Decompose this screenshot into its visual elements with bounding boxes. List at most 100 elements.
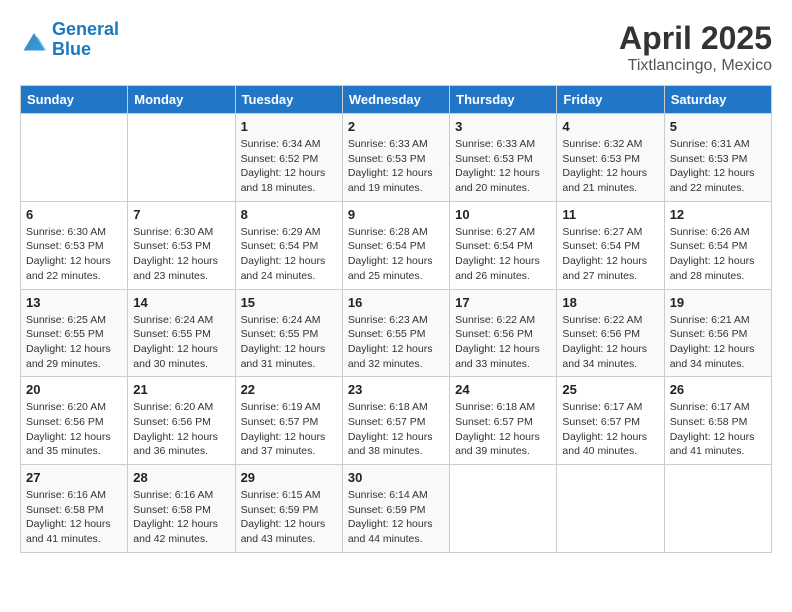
day-number: 2 — [348, 119, 444, 134]
day-info: Sunrise: 6:14 AMSunset: 6:59 PMDaylight:… — [348, 488, 444, 547]
calendar-cell: 24 Sunrise: 6:18 AMSunset: 6:57 PMDayligh… — [450, 377, 557, 465]
calendar-cell — [664, 465, 771, 553]
day-info: Sunrise: 6:18 AMSunset: 6:57 PMDaylight:… — [348, 400, 444, 459]
day-info: Sunrise: 6:19 AMSunset: 6:57 PMDaylight:… — [241, 400, 337, 459]
day-number: 29 — [241, 470, 337, 485]
title-block: April 2025 Tixtlancingo, Mexico — [619, 20, 772, 75]
day-info: Sunrise: 6:31 AMSunset: 6:53 PMDaylight:… — [670, 137, 766, 196]
calendar-cell: 18Sunrise: 6:22 AMSunset: 6:56 PMDayligh… — [557, 289, 664, 377]
day-number: 15 — [241, 295, 337, 310]
calendar-cell: 22 Sunrise: 6:19 AMSunset: 6:57 PMDayligh… — [235, 377, 342, 465]
calendar-week-row: 27 Sunrise: 6:16 AMSunset: 6:58 PMDayligh… — [21, 465, 772, 553]
day-number: 8 — [241, 207, 337, 222]
calendar-cell: 16 Sunrise: 6:23 AMSunset: 6:55 PMDayligh… — [342, 289, 449, 377]
day-number: 1 — [241, 119, 337, 134]
day-info: Sunrise: 6:18 AMSunset: 6:57 PMDaylight:… — [455, 400, 551, 459]
calendar-week-row: 1 Sunrise: 6:34 AMSunset: 6:52 PMDaylight… — [21, 114, 772, 202]
day-number: 20 — [26, 382, 122, 397]
day-number: 25 — [562, 382, 658, 397]
calendar-cell: 25 Sunrise: 6:17 AMSunset: 6:57 PMDayligh… — [557, 377, 664, 465]
day-info: Sunrise: 6:26 AMSunset: 6:54 PMDaylight:… — [670, 225, 766, 284]
day-number: 4 — [562, 119, 658, 134]
day-info: Sunrise: 6:17 AMSunset: 6:58 PMDaylight:… — [670, 400, 766, 459]
day-info: Sunrise: 6:24 AMSunset: 6:55 PMDaylight:… — [241, 313, 337, 372]
calendar-cell: 21Sunrise: 6:20 AMSunset: 6:56 PMDayligh… — [128, 377, 235, 465]
calendar-cell: 7 Sunrise: 6:30 AMSunset: 6:53 PMDaylight… — [128, 201, 235, 289]
day-info: Sunrise: 6:25 AMSunset: 6:55 PMDaylight:… — [26, 313, 122, 372]
calendar-cell: 17Sunrise: 6:22 AMSunset: 6:56 PMDayligh… — [450, 289, 557, 377]
calendar-cell: 14 Sunrise: 6:24 AMSunset: 6:55 PMDayligh… — [128, 289, 235, 377]
day-info: Sunrise: 6:33 AMSunset: 6:53 PMDaylight:… — [455, 137, 551, 196]
day-number: 13 — [26, 295, 122, 310]
col-header-wednesday: Wednesday — [342, 86, 449, 114]
day-number: 10 — [455, 207, 551, 222]
calendar-cell: 2 Sunrise: 6:33 AMSunset: 6:53 PMDaylight… — [342, 114, 449, 202]
col-header-thursday: Thursday — [450, 86, 557, 114]
calendar-cell: 9 Sunrise: 6:28 AMSunset: 6:54 PMDaylight… — [342, 201, 449, 289]
calendar-cell: 8Sunrise: 6:29 AMSunset: 6:54 PMDaylight… — [235, 201, 342, 289]
col-header-friday: Friday — [557, 86, 664, 114]
day-info: Sunrise: 6:27 AMSunset: 6:54 PMDaylight:… — [562, 225, 658, 284]
day-info: Sunrise: 6:24 AMSunset: 6:55 PMDaylight:… — [133, 313, 229, 372]
calendar-cell: 19Sunrise: 6:21 AMSunset: 6:56 PMDayligh… — [664, 289, 771, 377]
calendar-cell — [450, 465, 557, 553]
day-number: 27 — [26, 470, 122, 485]
calendar-cell: 1 Sunrise: 6:34 AMSunset: 6:52 PMDaylight… — [235, 114, 342, 202]
logo-blue: Blue — [52, 39, 91, 59]
day-info: Sunrise: 6:17 AMSunset: 6:57 PMDaylight:… — [562, 400, 658, 459]
day-info: Sunrise: 6:27 AMSunset: 6:54 PMDaylight:… — [455, 225, 551, 284]
day-info: Sunrise: 6:21 AMSunset: 6:56 PMDaylight:… — [670, 313, 766, 372]
day-info: Sunrise: 6:32 AMSunset: 6:53 PMDaylight:… — [562, 137, 658, 196]
calendar-table: SundayMondayTuesdayWednesdayThursdayFrid… — [20, 85, 772, 553]
day-info: Sunrise: 6:30 AMSunset: 6:53 PMDaylight:… — [26, 225, 122, 284]
day-number: 23 — [348, 382, 444, 397]
day-info: Sunrise: 6:34 AMSunset: 6:52 PMDaylight:… — [241, 137, 337, 196]
calendar-cell: 4 Sunrise: 6:32 AMSunset: 6:53 PMDaylight… — [557, 114, 664, 202]
day-number: 26 — [670, 382, 766, 397]
day-number: 24 — [455, 382, 551, 397]
calendar-cell: 20Sunrise: 6:20 AMSunset: 6:56 PMDayligh… — [21, 377, 128, 465]
day-info: Sunrise: 6:23 AMSunset: 6:55 PMDaylight:… — [348, 313, 444, 372]
col-header-tuesday: Tuesday — [235, 86, 342, 114]
logo-icon — [20, 26, 48, 54]
day-info: Sunrise: 6:30 AMSunset: 6:53 PMDaylight:… — [133, 225, 229, 284]
calendar-week-row: 13 Sunrise: 6:25 AMSunset: 6:55 PMDayligh… — [21, 289, 772, 377]
day-info: Sunrise: 6:33 AMSunset: 6:53 PMDaylight:… — [348, 137, 444, 196]
day-number: 9 — [348, 207, 444, 222]
calendar-cell — [128, 114, 235, 202]
calendar-cell: 26 Sunrise: 6:17 AMSunset: 6:58 PMDayligh… — [664, 377, 771, 465]
col-header-saturday: Saturday — [664, 86, 771, 114]
calendar-week-row: 20Sunrise: 6:20 AMSunset: 6:56 PMDayligh… — [21, 377, 772, 465]
logo-general: General — [52, 19, 119, 39]
col-header-sunday: Sunday — [21, 86, 128, 114]
calendar-cell: 29 Sunrise: 6:15 AMSunset: 6:59 PMDayligh… — [235, 465, 342, 553]
day-info: Sunrise: 6:16 AMSunset: 6:58 PMDaylight:… — [26, 488, 122, 547]
day-info: Sunrise: 6:22 AMSunset: 6:56 PMDaylight:… — [562, 313, 658, 372]
day-info: Sunrise: 6:15 AMSunset: 6:59 PMDaylight:… — [241, 488, 337, 547]
calendar-cell: 3 Sunrise: 6:33 AMSunset: 6:53 PMDaylight… — [450, 114, 557, 202]
calendar-cell: 5 Sunrise: 6:31 AMSunset: 6:53 PMDaylight… — [664, 114, 771, 202]
calendar-cell: 10 Sunrise: 6:27 AMSunset: 6:54 PMDayligh… — [450, 201, 557, 289]
page-header: General Blue April 2025 Tixtlancingo, Me… — [20, 20, 772, 75]
day-number: 12 — [670, 207, 766, 222]
day-number: 3 — [455, 119, 551, 134]
day-number: 11 — [562, 207, 658, 222]
day-number: 14 — [133, 295, 229, 310]
day-number: 5 — [670, 119, 766, 134]
calendar-week-row: 6 Sunrise: 6:30 AMSunset: 6:53 PMDaylight… — [21, 201, 772, 289]
day-number: 22 — [241, 382, 337, 397]
day-number: 7 — [133, 207, 229, 222]
day-number: 16 — [348, 295, 444, 310]
day-info: Sunrise: 6:16 AMSunset: 6:58 PMDaylight:… — [133, 488, 229, 547]
day-number: 6 — [26, 207, 122, 222]
day-info: Sunrise: 6:28 AMSunset: 6:54 PMDaylight:… — [348, 225, 444, 284]
day-number: 28 — [133, 470, 229, 485]
calendar-cell: 15 Sunrise: 6:24 AMSunset: 6:55 PMDayligh… — [235, 289, 342, 377]
day-number: 21 — [133, 382, 229, 397]
calendar-header-row: SundayMondayTuesdayWednesdayThursdayFrid… — [21, 86, 772, 114]
calendar-cell: 27 Sunrise: 6:16 AMSunset: 6:58 PMDayligh… — [21, 465, 128, 553]
calendar-cell: 12 Sunrise: 6:26 AMSunset: 6:54 PMDayligh… — [664, 201, 771, 289]
calendar-title: April 2025 — [619, 20, 772, 57]
calendar-cell: 23 Sunrise: 6:18 AMSunset: 6:57 PMDayligh… — [342, 377, 449, 465]
calendar-cell — [557, 465, 664, 553]
